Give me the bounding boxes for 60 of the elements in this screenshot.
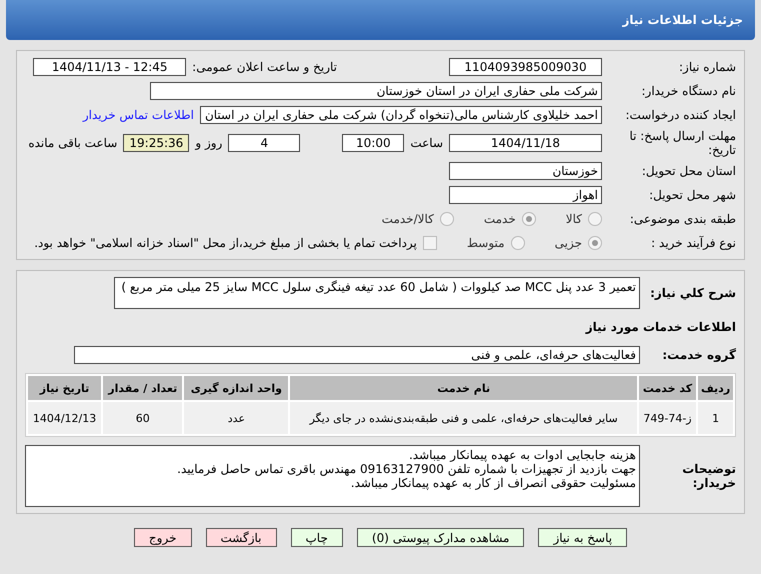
column-header: تاریخ نیاز [28,376,102,400]
section-title: اطلاعات خدمات مورد نیاز [586,320,736,334]
field-label: مهلت ارسال پاسخ: تا تاریخ: [628,129,736,157]
column-header: نام خدمت [290,376,637,400]
option-label: کالا/خدمت [382,212,434,226]
field-label: روز و [195,136,222,150]
action-button[interactable]: چاپ [290,528,343,547]
buyer-field: شرکت ملی حفاری ایران در استان خوزستان [150,82,602,100]
service-group-field: فعالیت‌های حرفه‌ای، علمی و فنی [74,346,640,364]
column-header: تعداد / مقدار [103,376,182,400]
field-label: ساعت [410,136,443,150]
table-cell: عدد [184,402,288,434]
checkbox[interactable] [422,236,437,250]
checkbox-label: پرداخت تمام یا بخشی از مبلغ خرید،از محل "اسناد خزانه اسلامی" خواهد بود. [34,236,417,250]
radio-button[interactable] [588,212,602,226]
radio-button[interactable] [440,212,454,226]
field-label: تاریخ و ساعت اعلان عمومی: [192,60,337,74]
radio-button[interactable] [588,236,602,250]
province-field: خوزستان [449,162,602,180]
table-cell: 1 [698,402,733,434]
action-button[interactable]: مشاهده مدارک پیوستی (0) [356,528,524,547]
deadline-time-field: 10:00 [342,134,404,152]
action-button[interactable]: بازگشت [206,528,276,547]
column-header: واحد اندازه گیری [184,376,288,400]
deadline-date-field: 1404/11/18 [449,134,602,152]
field-label: گروه خدمت: [661,348,736,362]
field-label: توضیحات خریدار: [681,462,736,490]
action-button[interactable]: پاسخ به نیاز [538,528,628,547]
column-header: کد خدمت [638,376,696,400]
buyer-contact-link[interactable]: اطلاعات تماس خریدار [82,108,194,122]
field-label: طبقه بندی موضوعی: [628,212,736,226]
field-label: شرح کلي نياز: [649,286,736,300]
option-label: خدمت [484,212,516,226]
option-label: متوسط [466,236,505,250]
field-label: ایجاد کننده درخواست: [624,108,736,122]
field-label: شهر محل تحویل: [648,188,736,202]
creator-field: احمد خلیلاوی کارشناس مالی(تنخواه گردان) شرکت ملی حفاری ایران در استان [200,106,602,124]
table-cell: 1404/12/13 [28,402,102,434]
field-label: نوع فرآیند خرید : [650,236,736,250]
option-label: جزیی [554,236,582,250]
field-label: ساعت باقی مانده [28,136,118,150]
radio-button[interactable] [522,212,536,226]
page-title: جزئیات اطلاعات نیاز [622,13,743,27]
buyer-notes-field: هزینه جابجایی ادوات به عهده پیمانکار میباشد. جهت بازدید از تجهیزات با شماره تلفن 09163127900 مهندس باقری تماس حاصل فرمایید. مسئولیت حقوقی انصراف از کار به عهده پیمانکار میباشد. [25,445,640,507]
table-cell: 60 [103,402,182,434]
announce-date-field: 1404/11/13 - 12:45 [33,58,186,76]
field-label: نام دستگاه خریدار: [640,84,736,98]
need-number-field: 1104093985009030 [449,58,602,76]
option-label: کالا [566,212,582,226]
remaining-time-field: 19:25:36 [123,134,190,152]
table-cell: سایر فعالیت‌های حرفه‌ای، علمی و فنی طبقه‌بندی‌نشده در جای دیگر [290,402,637,434]
table-cell: ز-74-749 [638,402,696,434]
field-label: شماره نیاز: [678,60,736,74]
radio-button[interactable] [510,236,525,250]
field-label: استان محل تحویل: [640,164,736,178]
need-description-field: تعمیر 3 عدد پنل MCC صد کیلووات ( شامل 60 عدد تیغه فینگری سلول MCC سایز 25 میلی متر مربع ) [114,277,640,309]
action-button[interactable]: خروج [134,528,192,547]
column-header: ردیف [698,376,733,400]
days-field: 4 [228,134,300,152]
city-field: اهواز [449,186,602,204]
